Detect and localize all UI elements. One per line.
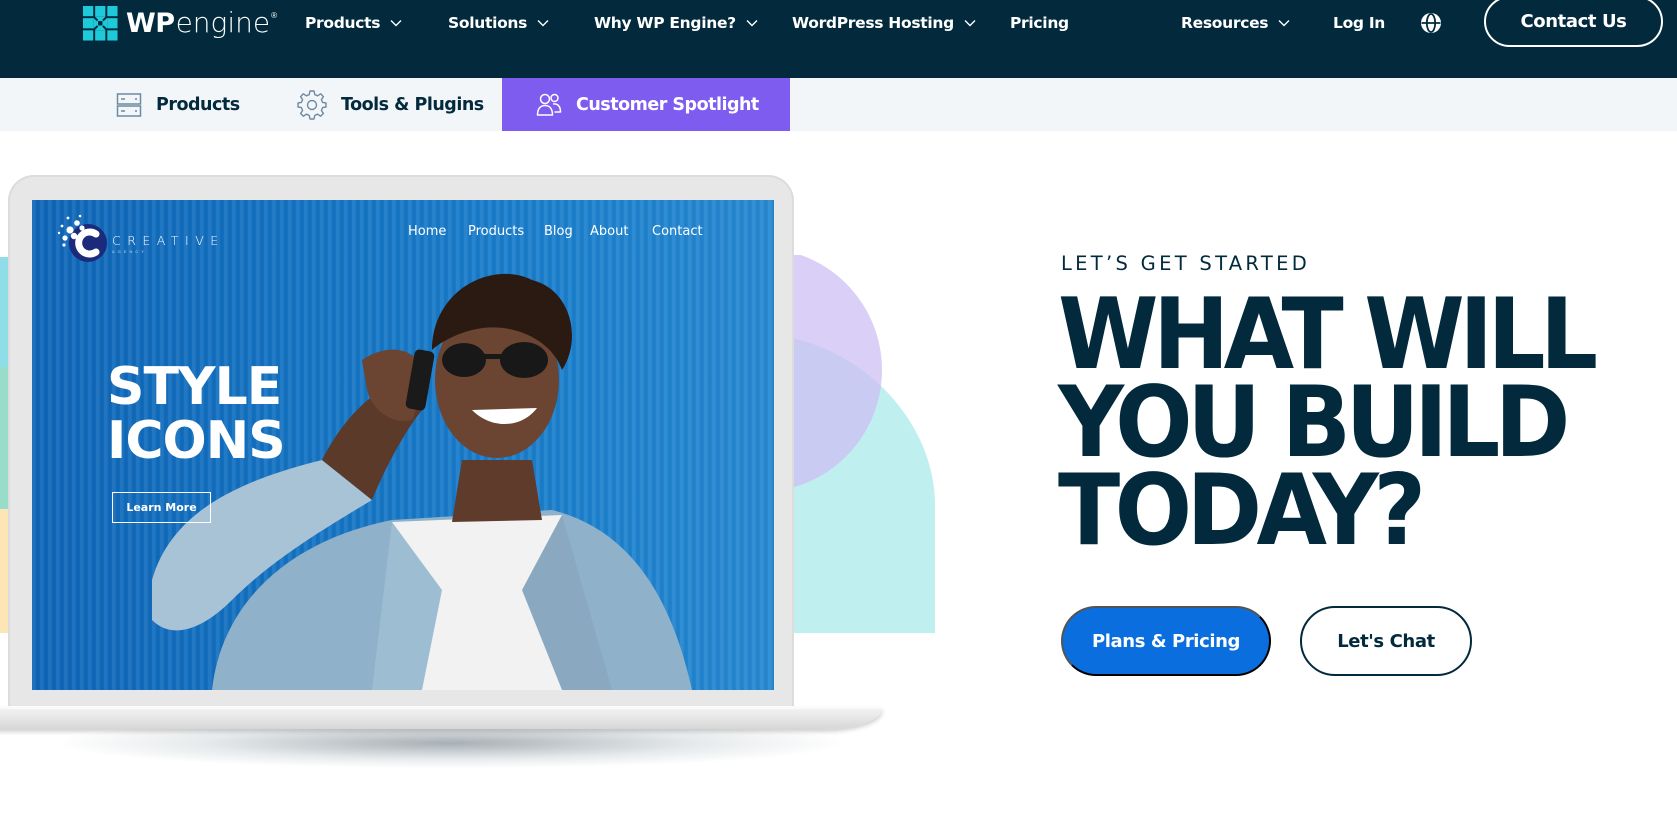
subnav-products[interactable]: Products — [116, 78, 240, 131]
mockup-headline-line: ICONS — [107, 411, 286, 471]
users-icon — [536, 93, 562, 116]
chevron-down-icon — [1278, 20, 1290, 27]
subnav-customer-spotlight[interactable]: Customer Spotlight — [502, 78, 790, 131]
mockup-nav-contact[interactable]: Contact — [652, 224, 703, 239]
logo-engine-text: engine — [175, 6, 271, 39]
creative-agency-brand: CREATIVE — [112, 233, 225, 248]
sub-navigation: Products Tools & Plugins Customer Spotli… — [0, 78, 1677, 131]
nav-pricing[interactable]: Pricing — [1010, 10, 1069, 36]
nav-resources-label: Resources — [1181, 14, 1269, 32]
nav-wordpress-hosting-label: WordPress Hosting — [792, 14, 954, 32]
mockup-headline: STYLE ICONS — [107, 357, 286, 471]
hero-person-image — [152, 273, 692, 690]
mockup-headline-line: STYLE — [107, 357, 282, 417]
laptop-screen-mockup: CREATIVE AGENCY Home Products Blog About… — [32, 200, 774, 690]
nav-why-wp-engine-label: Why WP Engine? — [594, 14, 736, 32]
hero-headline: WHAT WILL YOU BUILD TODAY? — [1058, 286, 1598, 568]
chevron-down-icon — [390, 20, 402, 27]
subnav-customer-spotlight-label: Customer Spotlight — [576, 94, 759, 115]
plans-pricing-button[interactable]: Plans & Pricing — [1061, 606, 1271, 676]
nav-solutions-label: Solutions — [448, 14, 528, 32]
nav-why-wp-engine[interactable]: Why WP Engine? — [594, 10, 758, 36]
contact-us-button[interactable]: Contact Us — [1484, 0, 1663, 47]
logo-wp-text: WP — [126, 8, 175, 39]
globe-icon[interactable] — [1419, 11, 1443, 35]
mockup-nav-about[interactable]: About — [590, 224, 628, 239]
creative-agency-subbrand: AGENCY — [112, 249, 147, 254]
lets-chat-button[interactable]: Let's Chat — [1300, 606, 1472, 676]
hero-headline-line: TODAY? — [1058, 454, 1426, 568]
nav-products-label: Products — [305, 14, 381, 32]
nav-products[interactable]: Products — [305, 10, 402, 36]
nav-log-in-label: Log In — [1333, 14, 1386, 32]
chevron-down-icon — [964, 20, 976, 27]
nav-solutions[interactable]: Solutions — [448, 10, 549, 36]
laptop-base — [0, 706, 882, 729]
server-icon — [116, 92, 142, 117]
chevron-down-icon — [537, 20, 549, 27]
mockup-learn-more-button[interactable]: Learn More — [112, 492, 211, 523]
logo-registered-mark: ® — [271, 11, 277, 20]
nav-log-in[interactable]: Log In — [1333, 10, 1385, 36]
wp-engine-logo-icon — [83, 5, 118, 41]
nav-wordpress-hosting[interactable]: WordPress Hosting — [792, 10, 976, 36]
mockup-nav-products[interactable]: Products — [468, 224, 524, 239]
subnav-tools-plugins-label: Tools & Plugins — [341, 94, 484, 115]
wp-engine-logo[interactable]: WP engine ® — [83, 5, 277, 41]
top-navigation: WP engine ® Products Solutions Why WP Engi… — [0, 0, 1677, 78]
wp-engine-wordmark: WP engine ® — [126, 6, 277, 39]
nav-resources[interactable]: Resources — [1181, 10, 1290, 36]
mockup-nav-blog[interactable]: Blog — [544, 224, 573, 239]
hero-eyebrow: LET’S GET STARTED — [1061, 252, 1311, 275]
subnav-tools-plugins[interactable]: Tools & Plugins — [297, 78, 484, 131]
nav-pricing-label: Pricing — [1010, 14, 1069, 32]
mockup-nav-home[interactable]: Home — [408, 224, 446, 239]
gear-icon — [297, 89, 327, 120]
subnav-products-label: Products — [156, 94, 240, 115]
chevron-down-icon — [746, 20, 758, 27]
